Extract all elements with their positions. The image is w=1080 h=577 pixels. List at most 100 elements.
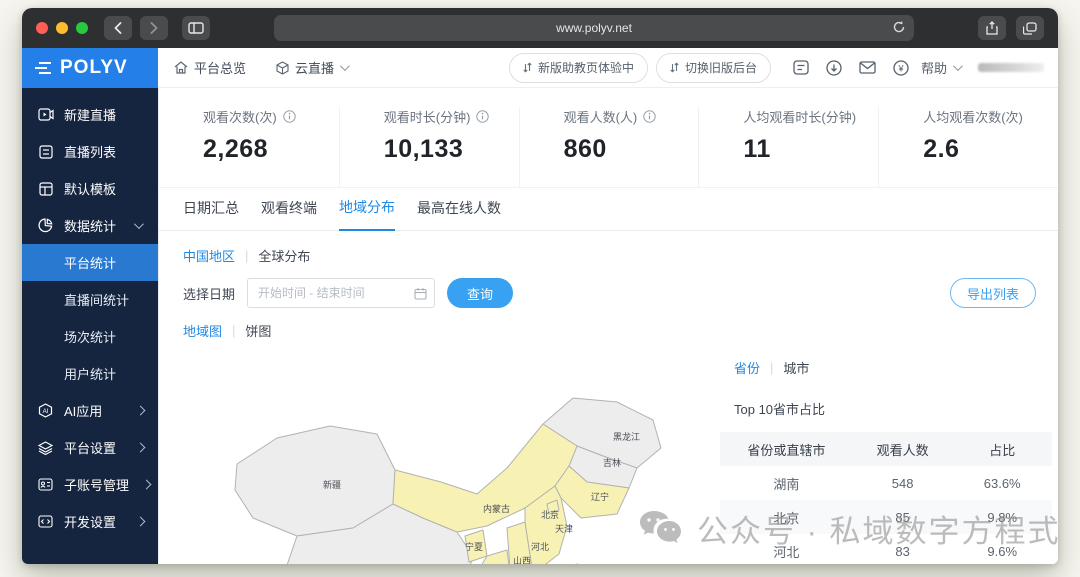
tab-date-summary[interactable]: 日期汇总 xyxy=(183,198,239,230)
close-window-button[interactable] xyxy=(36,22,48,34)
sidebar-item-label: 新建直播 xyxy=(64,105,116,124)
sidebar-subitem-label: 场次统计 xyxy=(64,327,116,346)
table-row: 北京 85 9.8% xyxy=(720,500,1052,534)
sidebar-item-default-template[interactable]: 默认模板 xyxy=(22,170,158,207)
sidebar-item-ai-apps[interactable]: AI AI应用 xyxy=(22,392,158,429)
china-map[interactable]: 新疆 黑龙江 吉林 辽宁 内蒙古 北京 天津 宁夏 山西 河北 山东 青海 甘肃 xyxy=(225,386,705,564)
chevron-right-icon xyxy=(136,443,146,453)
chevron-down-icon xyxy=(340,61,350,71)
query-button[interactable]: 查询 xyxy=(447,278,513,308)
calendar-icon[interactable] xyxy=(414,287,427,300)
home-icon xyxy=(174,61,188,74)
new-version-pill-button[interactable]: 新版助教页体验中 xyxy=(509,53,648,83)
sidebar-icon xyxy=(188,22,204,34)
forward-button[interactable] xyxy=(140,16,168,40)
chevron-right-icon xyxy=(136,517,146,527)
map-label: 吉林 xyxy=(603,457,621,468)
nav-overview-label: 平台总览 xyxy=(194,58,246,77)
table-header-row: 省份或直辖市 观看人数 占比 xyxy=(720,432,1052,466)
list-icon xyxy=(37,145,54,159)
stat-label: 观看次数(次) xyxy=(203,107,277,126)
stat-value: 2,268 xyxy=(203,135,339,164)
chevron-down-icon xyxy=(953,61,963,71)
china-region-link[interactable]: 中国地区 xyxy=(183,246,235,265)
browser-titlebar: www.polyv.net xyxy=(22,8,1058,48)
stat-label: 人均观看次数(次) xyxy=(923,107,1023,126)
sidebar-item-platform-settings[interactable]: 平台设置 xyxy=(22,429,158,466)
back-button[interactable] xyxy=(104,16,132,40)
sidebar-subitem-label: 平台统计 xyxy=(64,253,116,272)
province-cell: 湖南 xyxy=(720,466,853,500)
map-label: 内蒙古 xyxy=(483,503,510,514)
reload-button[interactable] xyxy=(892,20,906,34)
table-row: 湖南 548 63.6% xyxy=(720,466,1052,500)
map-label: 黑龙江 xyxy=(613,431,640,442)
ranking-title: Top 10省市占比 xyxy=(734,399,1052,418)
filter-row: 选择日期 查询 导出列表 xyxy=(159,278,1058,308)
sidebar-item-dev-settings[interactable]: 开发设置 xyxy=(22,503,158,540)
main-content: 观看次数(次) 2,268 观看时长(分钟) 10,133 观看人数(人) 86… xyxy=(158,88,1058,564)
cube-icon xyxy=(276,61,289,75)
info-icon[interactable] xyxy=(283,110,296,123)
sidebar-subitem-session-stats[interactable]: 场次统计 xyxy=(22,318,158,355)
viewers-cell: 83 xyxy=(853,534,953,564)
sidebar-item-data-statistics[interactable]: 数据统计 xyxy=(22,207,158,244)
stat-card-view-count: 观看次数(次) 2,268 xyxy=(159,107,339,187)
sidebar-subitem-platform-stats[interactable]: 平台统计 xyxy=(22,244,158,281)
chevron-right-icon xyxy=(136,406,146,416)
stat-label: 人均观看时长(分钟) xyxy=(743,107,856,126)
tab-overview-button[interactable] xyxy=(1016,16,1044,40)
balance-yuan-icon[interactable]: ¥ xyxy=(893,60,909,76)
sidebar: 新建直播 直播列表 默认模板 数据统计 平台统计 直播间统计 场次统计 用户统计… xyxy=(22,88,158,564)
help-menu[interactable]: 帮助 xyxy=(921,58,960,77)
stat-card-viewers: 观看人数(人) 860 xyxy=(519,107,699,187)
chevron-right-icon xyxy=(142,480,152,490)
sidebar-item-label: 直播列表 xyxy=(64,142,116,161)
sidebar-item-new-live[interactable]: 新建直播 xyxy=(22,96,158,133)
document-icon[interactable] xyxy=(793,60,809,75)
date-range-input[interactable] xyxy=(247,278,435,308)
tab-region-distribution[interactable]: 地域分布 xyxy=(339,197,395,231)
pct-cell: 9.6% xyxy=(952,534,1052,564)
tab-max-online[interactable]: 最高在线人数 xyxy=(417,198,501,230)
pct-cell: 63.6% xyxy=(952,466,1052,500)
minimize-window-button[interactable] xyxy=(56,22,68,34)
province-scope-link[interactable]: 省份 xyxy=(734,358,760,377)
info-icon[interactable] xyxy=(476,110,489,123)
sidebar-subitem-user-stats[interactable]: 用户统计 xyxy=(22,355,158,392)
stat-value: 860 xyxy=(564,135,699,164)
stat-card-avg-minutes: 人均观看时长(分钟) 11 xyxy=(698,107,878,187)
account-name-redacted[interactable] xyxy=(978,63,1044,72)
tabs-icon xyxy=(1023,22,1037,35)
map-view-link[interactable]: 地域图 xyxy=(183,321,222,340)
app-header: POLYV 平台总览 云直播 新版助教页体验中 切换旧版后台 xyxy=(22,48,1058,88)
menu-icon[interactable] xyxy=(35,62,51,74)
mail-icon[interactable] xyxy=(859,61,876,74)
region-scope-toggle: 中国地区 | 全球分布 xyxy=(183,246,1058,265)
tab-view-terminal[interactable]: 观看终端 xyxy=(261,198,317,230)
export-list-button[interactable]: 导出列表 xyxy=(950,278,1036,308)
url-bar[interactable]: www.polyv.net xyxy=(274,15,914,41)
pie-view-link[interactable]: 饼图 xyxy=(245,321,271,340)
pie-chart-icon xyxy=(37,218,54,233)
column-header: 省份或直辖市 xyxy=(720,432,853,466)
code-icon xyxy=(37,515,54,528)
zoom-window-button[interactable] xyxy=(76,22,88,34)
download-icon[interactable] xyxy=(826,60,842,76)
share-button[interactable] xyxy=(978,16,1006,40)
new-version-pill-label: 新版助教页体验中 xyxy=(538,59,634,76)
sidebar-toggle-button[interactable] xyxy=(182,16,210,40)
old-console-pill-button[interactable]: 切换旧版后台 xyxy=(656,53,771,83)
global-region-link[interactable]: 全球分布 xyxy=(258,246,310,265)
nav-platform-overview[interactable]: 平台总览 xyxy=(174,58,246,77)
province-cell: 北京 xyxy=(720,500,853,534)
sidebar-subitem-room-stats[interactable]: 直播间统计 xyxy=(22,281,158,318)
sidebar-item-live-list[interactable]: 直播列表 xyxy=(22,133,158,170)
sidebar-item-subaccounts[interactable]: 子账号管理 xyxy=(22,466,158,503)
logo-block[interactable]: POLYV xyxy=(22,48,158,88)
city-scope-link[interactable]: 城市 xyxy=(783,358,809,377)
stat-card-view-minutes: 观看时长(分钟) 10,133 xyxy=(339,107,519,187)
nav-product-switcher[interactable]: 云直播 xyxy=(276,58,347,77)
info-icon[interactable] xyxy=(643,110,656,123)
table-row: 河北 83 9.6% xyxy=(720,534,1052,564)
